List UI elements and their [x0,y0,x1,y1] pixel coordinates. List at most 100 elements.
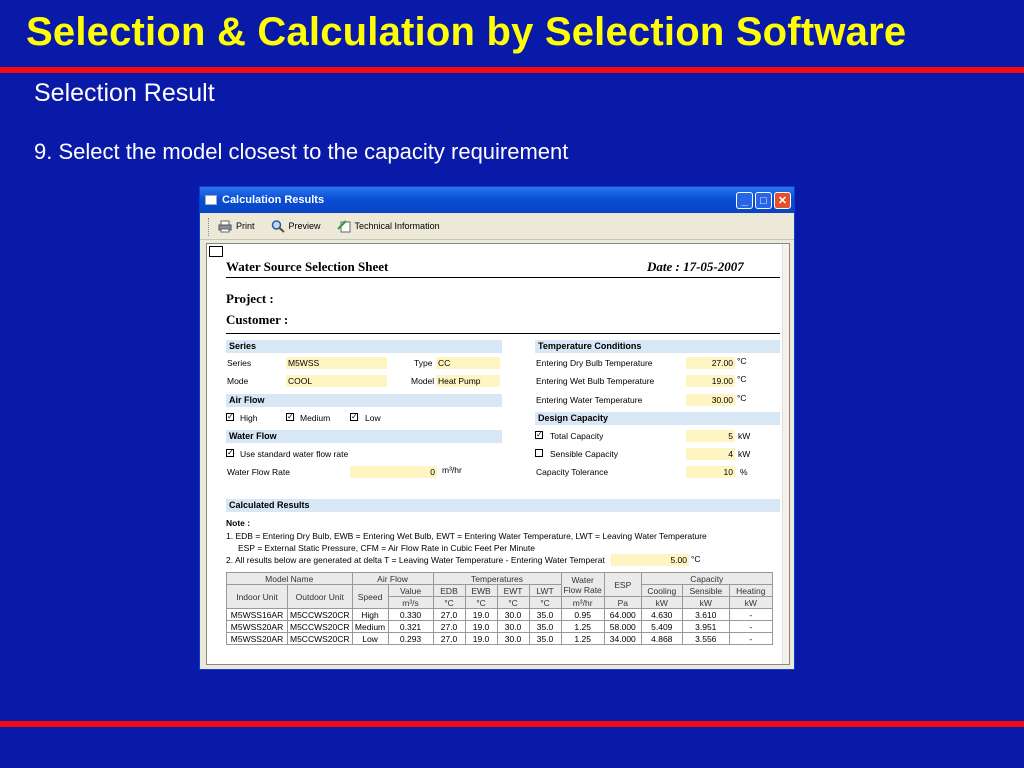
col-lwt: LWT [528,584,562,597]
maximize-button[interactable]: □ [755,191,772,209]
table-cell: 3.556 [681,632,730,645]
table-cell: 30.0 [496,620,530,633]
total-capacity-field[interactable]: 5 [686,430,735,442]
sensible-capacity-field[interactable]: 4 [686,448,735,460]
window-title: Calculation Results [222,194,325,206]
table-cell: 19.0 [464,620,498,633]
toolbar: Print Preview Technical Information [200,213,794,240]
col-water-flow-rate: Water Flow Rate [560,572,605,597]
water-flow-rate-unit: m³/hr [442,465,462,475]
table-cell: 30.0 [496,608,530,621]
type-label: Type [414,358,433,368]
sensible-capacity-label: Sensible Capacity [550,449,619,459]
edb-label: Entering Dry Bulb Temperature [536,358,653,368]
ewb-label: Entering Wet Bulb Temperature [536,376,655,386]
design-capacity-header: Design Capacity [535,412,780,425]
series-header: Series [226,340,502,353]
medium-checkbox[interactable]: ✓ [286,413,294,421]
capacity-tolerance-unit: % [740,467,748,477]
toolbar-grip[interactable] [208,218,211,236]
print-button[interactable]: Print [218,220,255,233]
low-checkbox[interactable]: ✓ [350,413,358,421]
page-marker [209,246,223,257]
unit-esp: Pa [603,596,642,609]
col-value: Value [387,584,434,597]
window-titlebar[interactable]: Calculation Results _ □ ✕ [200,187,794,213]
col-ewt: EWT [496,584,530,597]
medium-label: Medium [300,413,331,423]
col-speed: Speed [351,584,389,609]
table-cell: High [351,608,389,621]
table-cell: 4.868 [640,632,683,645]
capacity-tolerance-field[interactable]: 10 [686,466,735,478]
use-standard-flow-checkbox[interactable]: ✓ [226,449,234,457]
document-pencil-icon [336,219,351,232]
table-row[interactable]: M5WSS20AR M5CCWS20CR Low 0.293 27.0 19.0 30.0 3… [226,632,773,645]
table-cell: 0.321 [387,620,434,633]
ewt-label: Entering Water Temperature [536,395,643,405]
table-cell: M5WSS20AR [226,632,288,645]
table-cell: M5CCWS20CR [287,620,353,633]
table-cell: M5WSS16AR [226,608,288,621]
edb-field[interactable]: 27.00 [686,357,735,369]
ewt-field[interactable]: 30.00 [686,394,735,406]
table-cell: 1.25 [560,620,605,633]
edb-unit: °C [737,356,747,366]
slide-subtitle: Selection Result [34,79,215,107]
water-flow-rate-field[interactable]: 0 [350,466,437,478]
delta-t-field[interactable]: 5.00 [611,554,689,566]
selection-sheet: Water Source Selection Sheet Date : 17-0… [206,243,790,665]
table-cell: 4.630 [640,608,683,621]
delta-t-unit: °C [691,554,701,564]
table-cell: 35.0 [528,608,562,621]
table-row[interactable]: M5WSS16AR M5CCWS20CR High 0.330 27.0 19.0 30.0… [226,608,773,621]
table-cell: - [728,608,773,621]
note-2: 2. All results below are generated at de… [226,555,605,565]
table-cell: 34.000 [603,632,642,645]
temperature-conditions-header: Temperature Conditions [535,340,780,353]
app-icon [205,195,217,205]
col-indoor-unit: Indoor Unit [226,584,288,609]
close-button[interactable]: ✕ [774,191,791,209]
table-cell: M5WSS20AR [226,620,288,633]
ewb-field[interactable]: 19.00 [686,375,735,387]
sheet-date: Date : 17-05-2007 [647,259,744,274]
table-cell: 19.0 [464,608,498,621]
table-row[interactable]: M5WSS20AR M5CCWS20CR Medium 0.321 27.0 19.0 30… [226,620,773,633]
table-cell: M5CCWS20CR [287,608,353,621]
total-capacity-checkbox[interactable]: ✓ [535,431,543,439]
water-flow-rate-label: Water Flow Rate [227,467,290,477]
mode-label: Mode [227,376,249,386]
high-label: High [240,413,258,423]
type-field[interactable]: CC [436,357,500,369]
minimize-button[interactable]: _ [736,191,753,209]
unit-lwt: °C [528,596,562,609]
col-esp: ESP [603,572,642,597]
slide-title: Selection & Calculation by Selection Sof… [26,10,907,54]
table-cell: 27.0 [432,632,466,645]
mode-field[interactable]: COOL [286,375,387,387]
table-cell: 19.0 [464,632,498,645]
unit-edb: °C [432,596,466,609]
high-checkbox[interactable]: ✓ [226,413,234,421]
unit-sensible: kW [681,596,730,609]
sensible-capacity-checkbox[interactable] [535,449,543,457]
vertical-scrollbar[interactable] [782,244,789,664]
water-flow-header: Water Flow [226,430,502,443]
table-cell: 35.0 [528,632,562,645]
table-cell: 27.0 [432,620,466,633]
col-edb: EDB [432,584,466,597]
table-cell: - [728,632,773,645]
series-field[interactable]: M5WSS [286,357,387,369]
unit-ewt: °C [496,596,530,609]
table-cell: 27.0 [432,608,466,621]
model-field[interactable]: Heat Pump [436,375,500,387]
col-model-name: Model Name [226,572,353,585]
step-instruction: 9. Select the model closest to the capac… [34,139,569,164]
unit-flow: m³/hr [560,596,605,609]
customer-rule [226,333,780,334]
technical-information-button[interactable]: Technical Information [336,219,440,233]
table-cell: 58.000 [603,620,642,633]
preview-button[interactable]: Preview [271,219,321,233]
top-divider [0,67,1024,73]
